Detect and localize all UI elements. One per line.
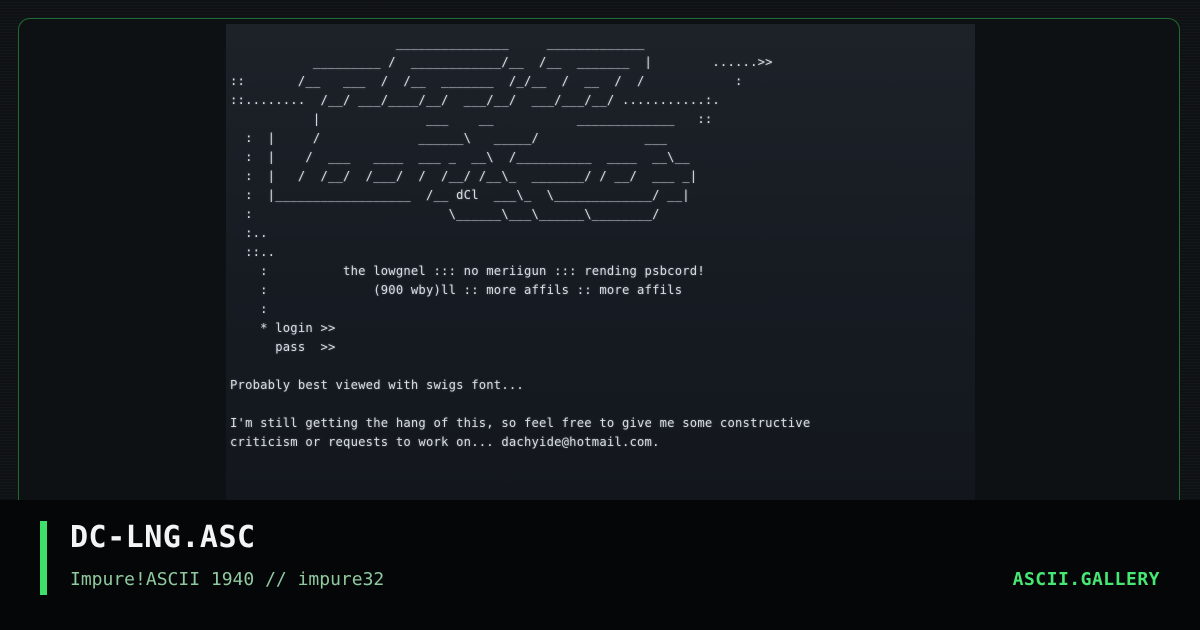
artwork-subtitle: Impure!ASCII 1940 // impure32 [70, 569, 385, 590]
artwork-title: DC-LNG.ASC [70, 520, 256, 555]
brand-label[interactable]: ASCII.GALLERY [1013, 569, 1160, 590]
page: _______________ _____________ _________ … [0, 0, 1200, 630]
ascii-art-text: _______________ _____________ _________ … [230, 36, 811, 449]
ascii-art-preview: _______________ _____________ _________ … [226, 24, 975, 500]
accent-bar [40, 521, 47, 595]
